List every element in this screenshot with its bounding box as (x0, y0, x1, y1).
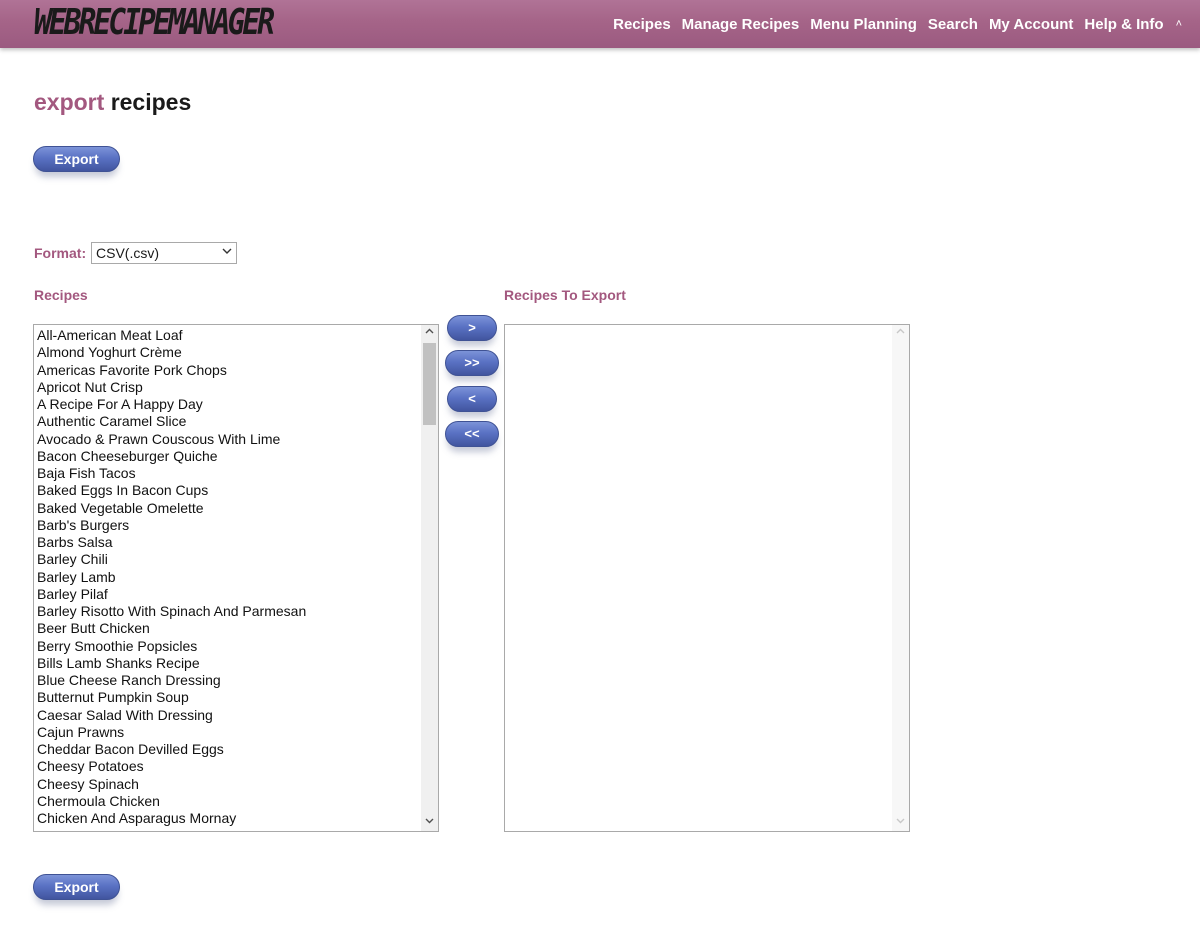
list-item[interactable]: Baja Fish Tacos (37, 465, 306, 482)
list-item[interactable]: Bills Lamb Shanks Recipe (37, 655, 306, 672)
main-nav: Recipes Manage Recipes Menu Planning Sea… (602, 0, 1182, 48)
scroll-down-icon[interactable] (892, 814, 909, 831)
top-nav-bar: WEBRECIPEMANAGER Recipes Manage Recipes … (0, 0, 1200, 48)
list-item[interactable]: Beer Butt Chicken (37, 620, 306, 637)
scroll-down-icon[interactable] (421, 814, 438, 831)
list-item[interactable]: Barley Risotto With Spinach And Parmesan (37, 603, 306, 620)
scroll-thumb[interactable] (423, 343, 436, 425)
list-item[interactable]: Americas Favorite Pork Chops (37, 362, 306, 379)
list-item[interactable]: Barley Pilaf (37, 586, 306, 603)
site-logo[interactable]: WEBRECIPEMANAGER (34, 2, 275, 43)
nav-manage-recipes[interactable]: Manage Recipes (682, 16, 800, 33)
list-item[interactable]: A Recipe For A Happy Day (37, 396, 306, 413)
list-item[interactable]: Blue Cheese Ranch Dressing (37, 672, 306, 689)
recipes-scrollbar[interactable] (421, 325, 438, 831)
move-all-left-button[interactable]: << (445, 421, 499, 447)
recipes-listbox[interactable]: All-American Meat Loaf Almond Yoghurt Crè… (33, 324, 439, 832)
move-one-left-button[interactable]: < (447, 386, 497, 412)
export-listbox[interactable] (504, 324, 910, 832)
page-title-rest: recipes (110, 89, 192, 115)
list-item[interactable]: Bacon Cheeseburger Quiche (37, 448, 306, 465)
nav-search[interactable]: Search (928, 16, 978, 33)
list-item[interactable]: Berry Smoothie Popsicles (37, 638, 306, 655)
page-title: export recipes (34, 89, 191, 116)
list-item[interactable]: Apricot Nut Crisp (37, 379, 306, 396)
list-item[interactable]: Barley Chili (37, 551, 306, 568)
list-item[interactable]: Barley Lamb (37, 569, 306, 586)
list-item[interactable]: Cheesy Potatoes (37, 758, 306, 775)
scroll-up-icon[interactable] (892, 325, 909, 342)
list-item[interactable]: Chicken And Asparagus Mornay (37, 810, 306, 827)
move-one-right-button[interactable]: > (447, 315, 497, 341)
scroll-up-icon[interactable] (421, 325, 438, 342)
recipes-items: All-American Meat Loaf Almond Yoghurt Crè… (37, 327, 306, 827)
list-item[interactable]: Cajun Prawns (37, 724, 306, 741)
list-item[interactable]: Baked Eggs In Bacon Cups (37, 482, 306, 499)
nav-help-info[interactable]: Help & Info (1084, 16, 1163, 33)
list-item[interactable]: Almond Yoghurt Crème (37, 344, 306, 361)
format-label: Format: (34, 245, 87, 261)
list-item[interactable]: Authentic Caramel Slice (37, 413, 306, 430)
list-item[interactable]: Cheddar Bacon Devilled Eggs (37, 741, 306, 758)
page-title-accent: export (34, 89, 105, 115)
nav-menu-planning[interactable]: Menu Planning (810, 16, 917, 33)
format-selected-value: CSV(.csv) (96, 245, 159, 261)
caret-up-icon[interactable]: ˄ (1176, 18, 1182, 30)
format-select[interactable]: CSV(.csv) (91, 242, 237, 264)
nav-recipes[interactable]: Recipes (613, 16, 671, 33)
chevron-down-icon (222, 246, 232, 259)
recipes-list-header: Recipes (34, 287, 88, 303)
list-item[interactable]: Butternut Pumpkin Soup (37, 689, 306, 706)
list-item[interactable]: Barbs Salsa (37, 534, 306, 551)
export-button-top[interactable]: Export (33, 146, 120, 172)
list-item[interactable]: Cheesy Spinach (37, 776, 306, 793)
list-item[interactable]: Caesar Salad With Dressing (37, 707, 306, 724)
move-all-right-button[interactable]: >> (445, 350, 499, 376)
export-scrollbar[interactable] (892, 325, 909, 831)
nav-my-account[interactable]: My Account (989, 16, 1073, 33)
export-button-bottom[interactable]: Export (33, 874, 120, 900)
export-list-header: Recipes To Export (504, 287, 626, 303)
list-item[interactable]: Baked Vegetable Omelette (37, 500, 306, 517)
list-item[interactable]: Avocado & Prawn Couscous With Lime (37, 431, 306, 448)
list-item[interactable]: All-American Meat Loaf (37, 327, 306, 344)
list-item[interactable]: Barb's Burgers (37, 517, 306, 534)
list-item[interactable]: Chermoula Chicken (37, 793, 306, 810)
